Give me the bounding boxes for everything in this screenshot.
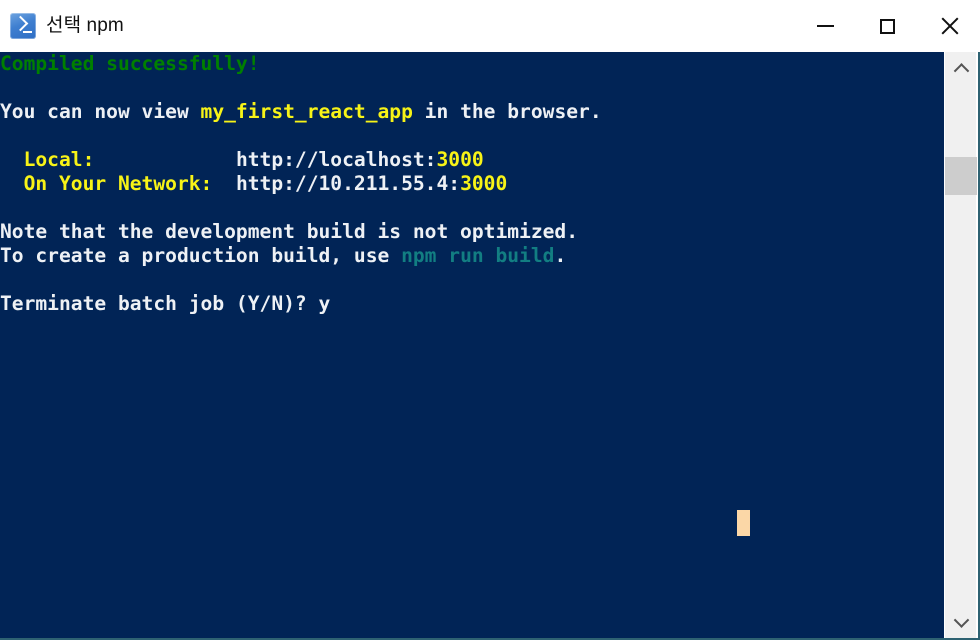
line-view-app-seg-1: my_first_react_app — [200, 100, 413, 123]
line-terminate-prompt-seg-0: Terminate batch job (Y/N)? y — [0, 292, 331, 315]
line-production-build-seg-1: npm run build — [401, 244, 555, 267]
vertical-scrollbar[interactable] — [944, 52, 977, 638]
close-icon — [939, 16, 959, 36]
line-local-url-seg-1: http://localhost: — [235, 148, 437, 171]
minimize-icon — [816, 25, 834, 27]
terminal-cursor — [737, 510, 751, 536]
line-network-url-seg-0: On Your Network: — [0, 172, 236, 195]
scroll-up-arrow-icon[interactable] — [945, 52, 977, 86]
line-local-url: Local: http://localhost:3000 — [0, 148, 602, 172]
line-production-build-seg-0: To create a production build, use — [0, 244, 402, 267]
line-blank-3 — [0, 196, 602, 220]
maximize-button[interactable] — [856, 0, 918, 52]
line-view-app: You can now view my_first_react_app in t… — [0, 100, 602, 124]
line-note-dev-build-seg-0: Note that the development build is not o… — [0, 220, 579, 243]
line-blank-4 — [0, 268, 602, 292]
close-button[interactable] — [918, 0, 980, 52]
line-local-url-seg-2: 3000 — [436, 148, 484, 171]
window-controls — [794, 0, 980, 52]
minimize-button[interactable] — [794, 0, 856, 52]
window-title: 선택 npm — [46, 15, 124, 36]
line-view-app-seg-0: You can now view — [0, 100, 201, 123]
terminal-output-area[interactable]: Compiled successfully! You can now view … — [0, 52, 946, 638]
chevron-up-icon — [953, 62, 969, 79]
prompt-chevron-shape — [12, 15, 29, 32]
line-blank-2 — [0, 124, 602, 148]
maximize-icon — [879, 18, 895, 34]
line-blank-1 — [0, 76, 602, 100]
scroll-down-arrow-icon[interactable] — [945, 604, 977, 638]
line-network-url-seg-2: 3000 — [460, 172, 508, 195]
line-network-url-seg-1: http://10.211.55.4: — [235, 172, 461, 195]
console-window: 선택 npm Compiled successfully! You can no… — [0, 0, 980, 640]
prompt-underscore-shape — [23, 30, 32, 33]
line-local-url-seg-0: Local: — [0, 148, 236, 171]
terminal-text: Compiled successfully! You can now view … — [0, 52, 602, 316]
chevron-down-icon — [953, 611, 969, 628]
title-bar[interactable]: 선택 npm — [0, 0, 980, 52]
line-note-dev-build: Note that the development build is not o… — [0, 220, 602, 244]
line-network-url: On Your Network: http://10.211.55.4:3000 — [0, 172, 602, 196]
line-compiled: Compiled successfully! — [0, 52, 602, 76]
line-view-app-seg-2: in the browser. — [412, 100, 602, 123]
scrollbar-thumb[interactable] — [945, 157, 977, 195]
line-terminate-prompt: Terminate batch job (Y/N)? y — [0, 292, 602, 316]
command-prompt-icon — [10, 13, 36, 39]
line-production-build: To create a production build, use npm ru… — [0, 244, 602, 268]
line-production-build-seg-2: . — [554, 244, 567, 267]
line-compiled-seg-0: Compiled successfully! — [0, 52, 260, 75]
